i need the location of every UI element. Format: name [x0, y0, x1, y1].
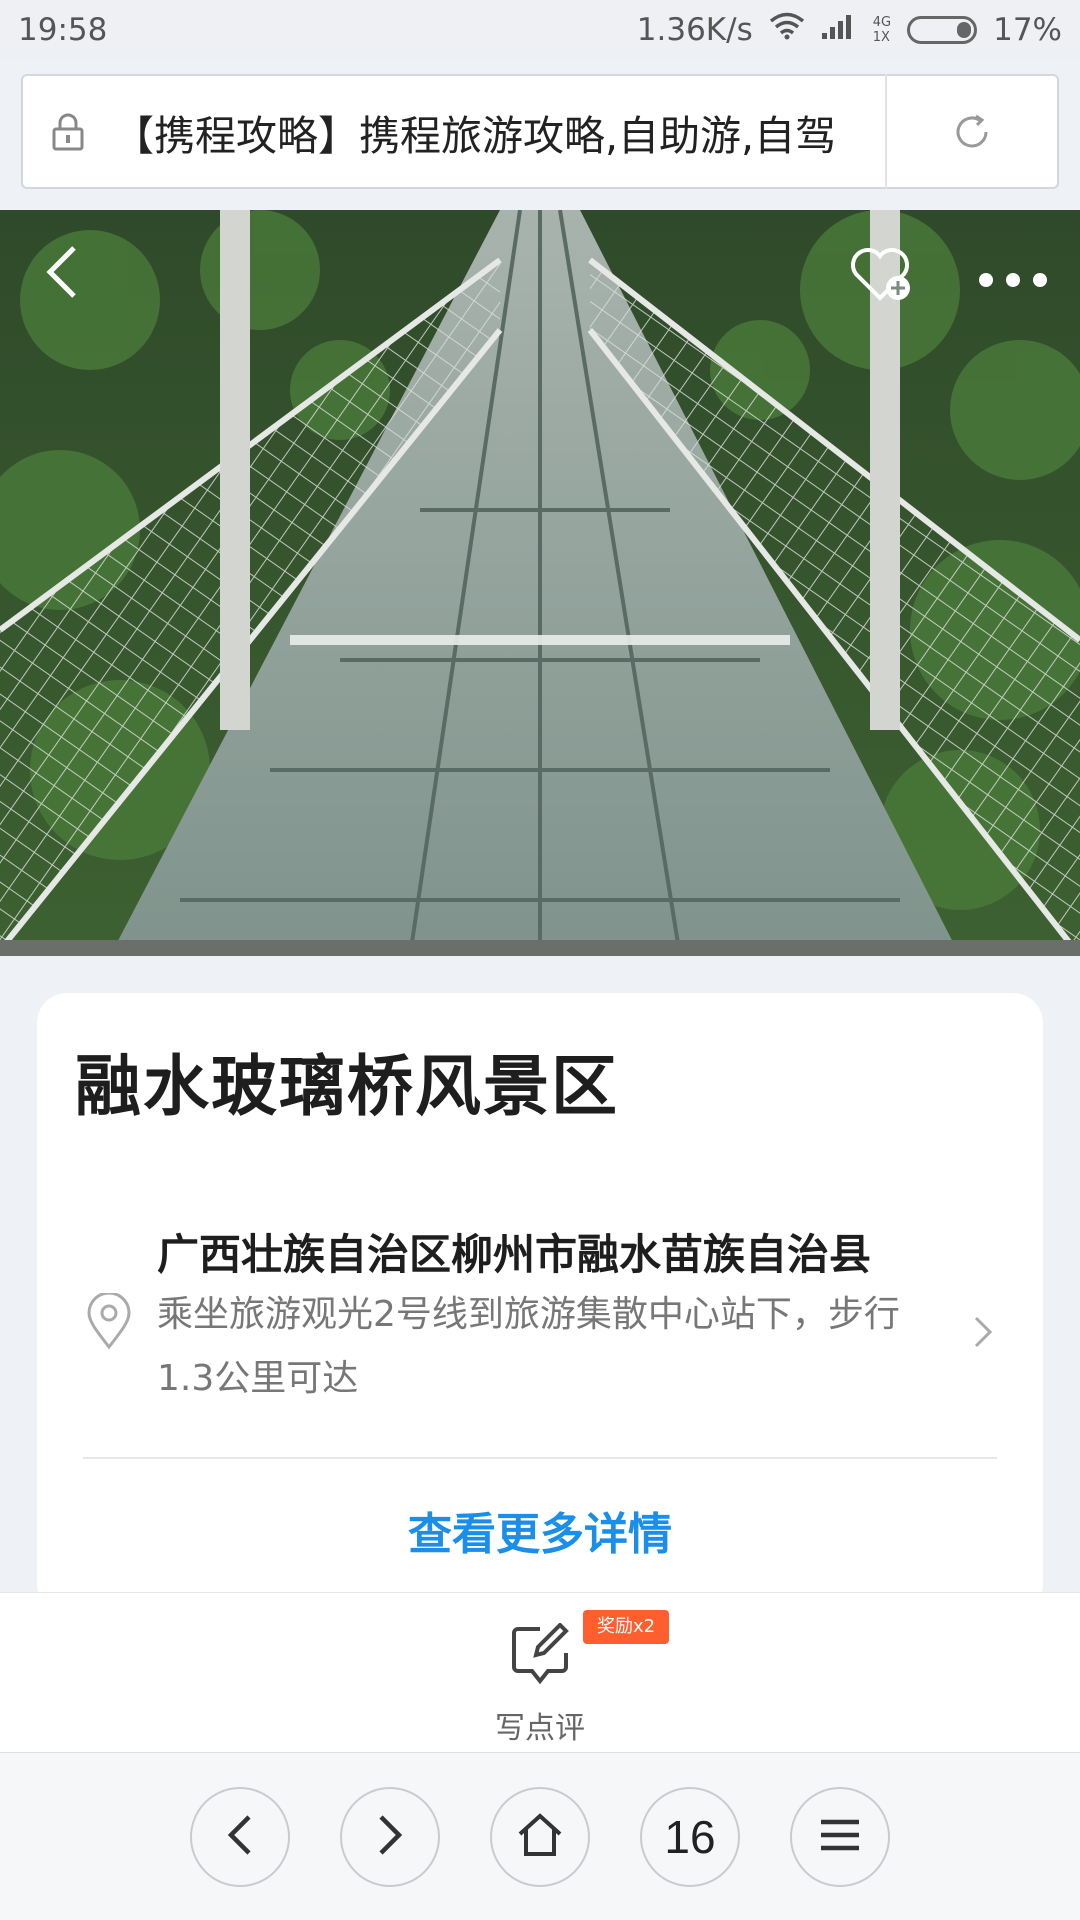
- directions-text: 乘坐旅游观光2号线到旅游集散中心站下，步行1.3公里可达: [157, 1294, 900, 1399]
- signal-icon: [821, 11, 857, 49]
- glass-bridge-illustration: [0, 210, 1080, 956]
- status-bar: 19:58 1.36K/s 4G 1X 17%: [0, 0, 1080, 60]
- write-review-label: 写点评: [495, 1711, 585, 1746]
- attraction-info-card: 融水玻璃桥风景区 广西壮族自治区柳州市融水苗族自治县 乘坐旅游观光2号线到旅游集…: [37, 993, 1043, 1613]
- home-icon: [516, 1812, 564, 1862]
- attraction-title: 融水玻璃桥风景区: [75, 1048, 619, 1125]
- status-time: 19:58: [18, 12, 108, 48]
- browser-tabs-button[interactable]: 16: [640, 1787, 740, 1887]
- browser-menu-button[interactable]: [790, 1787, 890, 1887]
- browser-home-button[interactable]: [490, 1787, 590, 1887]
- browser-navigation-bar: 16: [0, 1752, 1080, 1920]
- chevron-right-icon: [973, 1315, 993, 1353]
- edit-review-icon: [510, 1622, 572, 1689]
- status-indicators: 1.36K/s 4G 1X 17%: [637, 11, 1062, 49]
- view-more-details-link[interactable]: 查看更多详情: [37, 1498, 1043, 1562]
- browser-forward-button[interactable]: [340, 1787, 440, 1887]
- network-type: 4G 1X: [873, 15, 891, 45]
- battery-icon: [907, 16, 978, 44]
- lock-icon: [23, 112, 113, 152]
- menu-icon: [819, 1818, 861, 1856]
- favorite-add-icon[interactable]: [848, 242, 914, 310]
- net-type-top: 4G: [872, 15, 892, 30]
- more-options-icon[interactable]: [976, 270, 1050, 294]
- review-bar: 写点评 奖励x2: [0, 1592, 1080, 1752]
- browser-back-button[interactable]: [190, 1787, 290, 1887]
- hero-image: [0, 210, 1080, 956]
- address-row[interactable]: 广西壮族自治区柳州市融水苗族自治县 乘坐旅游观光2号线到旅游集散中心站下，步行1…: [37, 1213, 1043, 1413]
- net-type-bottom: 1X: [872, 30, 890, 45]
- write-review-button[interactable]: 写点评: [480, 1613, 600, 1746]
- address-bar[interactable]: 【携程攻略】携程旅游攻略,自助游,自驾: [21, 74, 1059, 189]
- tabs-count: 16: [664, 1811, 716, 1863]
- chevron-left-icon: [225, 1813, 255, 1861]
- card-divider: [83, 1457, 997, 1459]
- url-text[interactable]: 【携程攻略】携程旅游攻略,自助游,自驾: [113, 102, 885, 162]
- address-text: 广西壮族自治区柳州市融水苗族自治县: [157, 1230, 872, 1279]
- back-arrow-icon[interactable]: [40, 242, 84, 306]
- wifi-icon: [769, 12, 805, 48]
- battery-level: 17%: [993, 12, 1062, 48]
- reward-badge: 奖励x2: [583, 1610, 670, 1644]
- reload-icon[interactable]: [887, 110, 1057, 154]
- chevron-right-icon: [375, 1813, 405, 1861]
- location-pin-icon: [85, 1291, 133, 1355]
- network-speed: 1.36K/s: [636, 12, 753, 48]
